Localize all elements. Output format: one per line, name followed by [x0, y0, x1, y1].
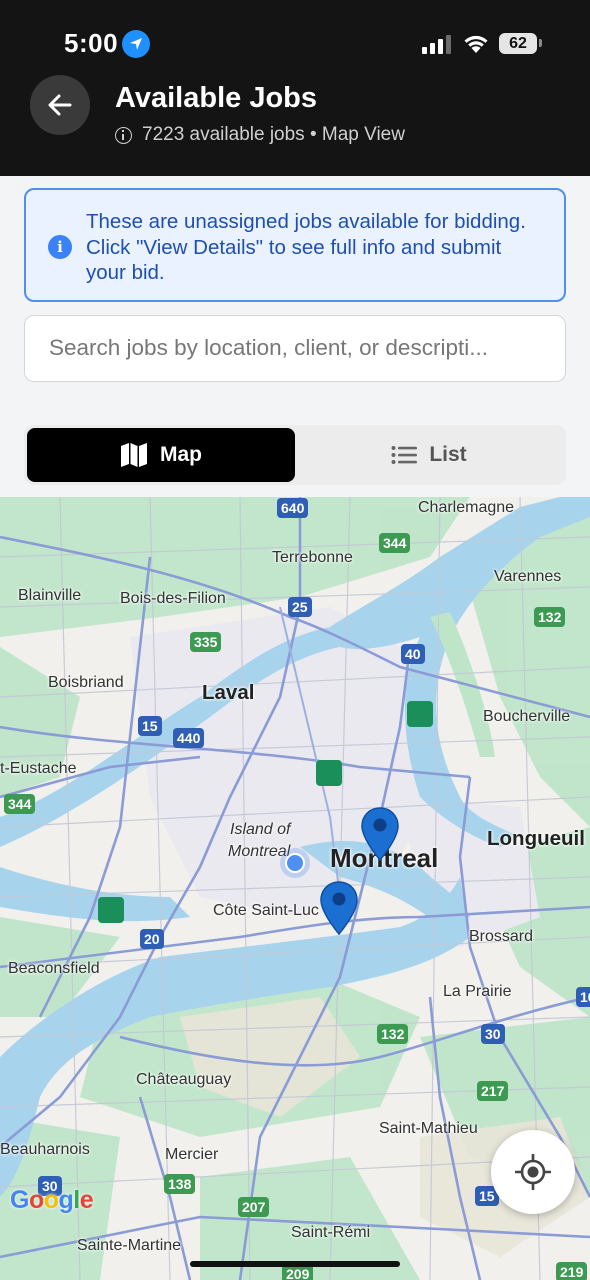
map-label: Laval	[202, 681, 255, 704]
battery-icon: 62	[499, 33, 537, 54]
map-label: Côte Saint-Luc	[213, 902, 319, 919]
highway-shield: 40	[401, 644, 425, 664]
map-label: Charlemagne	[418, 499, 515, 516]
highway-shield: 20	[140, 929, 164, 949]
back-button[interactable]	[30, 75, 90, 135]
highway-shield: 217	[477, 1081, 509, 1101]
map-label: Saint-Rémi	[291, 1224, 371, 1241]
highway-shield: 132	[534, 607, 566, 627]
map-label: Blainville	[18, 587, 82, 604]
highway-shield: 15	[138, 716, 162, 736]
map-label: Boucherville	[483, 708, 571, 725]
map-label: Bois-des-Filion	[120, 590, 226, 607]
map-label: Saint-Mathieu	[379, 1120, 478, 1137]
highway-shield: 440	[173, 728, 205, 748]
highway-shield: 10	[576, 987, 590, 1007]
map-label: La Prairie	[443, 983, 512, 1000]
search-box	[24, 315, 566, 382]
highway-shield: 138	[164, 1174, 196, 1194]
highway-shield: 344	[4, 794, 36, 814]
job-pin-icon[interactable]	[319, 880, 359, 936]
crosshair-icon	[515, 1154, 551, 1190]
map-label: Island of	[230, 821, 291, 838]
location-arrow-icon	[122, 30, 150, 58]
search-input[interactable]	[49, 316, 541, 380]
map-icon	[121, 443, 147, 467]
info-banner: i These are unassigned jobs available fo…	[24, 188, 566, 302]
maple-leaf-icon	[98, 897, 124, 923]
list-view-button[interactable]: List	[295, 428, 563, 482]
map-label: Beauharnois	[0, 1141, 90, 1158]
map-label: Sainte-Martine	[77, 1237, 182, 1254]
google-logo: Google	[10, 1186, 94, 1214]
arrow-left-icon	[48, 94, 72, 116]
map-label: Brossard	[469, 928, 534, 945]
map-label: Beaconsfield	[8, 960, 100, 977]
recenter-location-button[interactable]	[491, 1130, 575, 1214]
highway-shield: 344	[379, 533, 411, 553]
map-label: t-Eustache	[0, 760, 77, 777]
job-pin-icon[interactable]	[360, 806, 400, 862]
list-view-label: List	[429, 443, 467, 466]
highway-shield: 132	[377, 1024, 409, 1044]
map-label: Varennes	[494, 568, 562, 585]
map-label: Terrebonne	[272, 549, 353, 566]
job-count-text: 7223 available jobs • Map View	[142, 124, 405, 145]
info-banner-text: These are unassigned jobs available for …	[86, 210, 526, 284]
home-indicator	[190, 1261, 400, 1267]
battery-nub	[539, 39, 542, 47]
map-view-button[interactable]: Map	[27, 428, 295, 482]
info-icon: i	[48, 235, 72, 259]
jobs-map[interactable]: Charlemagne Terrebonne Varennes Blainvil…	[0, 497, 590, 1280]
highway-shield: 335	[190, 632, 222, 652]
page-title: Available Jobs	[115, 82, 318, 114]
map-label: Mercier	[165, 1146, 219, 1163]
page-subtitle: 7223 available jobs • Map View	[115, 124, 405, 146]
maple-leaf-icon	[316, 760, 342, 786]
cellular-signal-icon	[422, 35, 451, 54]
current-location-dot	[280, 848, 310, 878]
map-view-label: Map	[160, 443, 202, 466]
view-toggle: Map List	[24, 425, 566, 485]
highway-shield: 25	[288, 597, 312, 617]
map-label: Châteauguay	[136, 1071, 232, 1088]
highway-shield: 30	[481, 1024, 505, 1044]
highway-shield: 640	[277, 498, 309, 518]
info-circle-icon	[115, 126, 132, 144]
app-header: 5:00 62 Available Jobs 7223 available jo…	[0, 0, 590, 176]
maple-leaf-icon	[407, 701, 433, 727]
wifi-icon	[464, 35, 488, 53]
map-label: Boisbriand	[48, 674, 124, 691]
highway-shield: 207	[238, 1197, 270, 1217]
highway-shield: 219	[556, 1262, 588, 1280]
map-label: Longueuil	[487, 827, 585, 850]
status-time: 5:00	[64, 28, 119, 58]
list-icon	[391, 446, 418, 464]
